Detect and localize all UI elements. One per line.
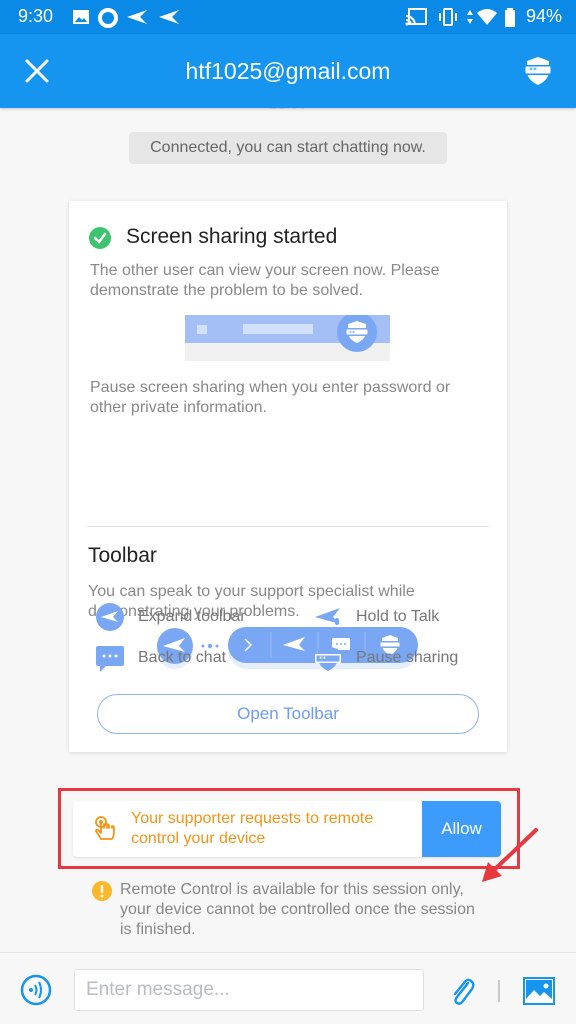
- chat-bubble-icon: [96, 646, 124, 672]
- legend-expand-toolbar: Expand toolbar: [96, 603, 246, 631]
- page-title: htf1025@gmail.com: [185, 58, 391, 84]
- paper-plane-icon: [127, 10, 147, 24]
- legend-label: Back to chat: [138, 649, 227, 666]
- screen-sharing-card: Screen sharing started The other user ca…: [69, 201, 507, 752]
- battery-icon: [505, 8, 515, 27]
- shield-password-icon: **_: [315, 646, 341, 671]
- card-description: The other user can view your screen now.…: [90, 262, 440, 299]
- legend-label: Expand toolbar: [138, 608, 246, 625]
- data-arrows-icon: [467, 10, 473, 24]
- app-bar: htf1025@gmail.com **_: [0, 34, 576, 108]
- svg-text:**: **: [349, 330, 355, 337]
- system-message: Connected, you can start chatting now.: [129, 132, 447, 164]
- hand-tap-icon: [95, 816, 115, 840]
- allow-button[interactable]: Allow: [422, 801, 501, 857]
- image-icon[interactable]: [523, 977, 555, 1005]
- paper-plane-mic-icon: [315, 608, 340, 625]
- notice-text: Remote Control is available for this ses…: [120, 881, 475, 938]
- clock: 9:30: [18, 6, 54, 26]
- card-title: Screen sharing started: [126, 225, 338, 248]
- warning-icon: [92, 881, 112, 901]
- status-bar: 9:30 94%: [0, 0, 576, 34]
- check-circle-icon: [89, 227, 111, 249]
- legend-label: Hold to Talk: [356, 608, 440, 625]
- image-icon: [73, 10, 89, 24]
- vibrate-icon: [439, 8, 457, 26]
- legend-hold-to-talk: Hold to Talk: [314, 603, 439, 631]
- shield-password-icon[interactable]: **_: [522, 55, 554, 87]
- lifebuoy-icon: [98, 8, 118, 28]
- toolbar-title: Toolbar: [88, 544, 157, 567]
- wifi-icon: [477, 9, 497, 25]
- legend-back-to-chat: Back to chat: [96, 644, 226, 672]
- divider: [498, 980, 500, 1002]
- voice-icon[interactable]: [20, 974, 52, 1006]
- battery-percentage: 94%: [525, 6, 562, 26]
- cast-icon: [405, 8, 427, 26]
- message-timestamp: 21:00: [0, 108, 576, 113]
- divider: [87, 526, 489, 527]
- svg-text:**_: **_: [529, 66, 542, 75]
- message-input[interactable]: [74, 969, 424, 1011]
- remote-control-request-text: Your supporter requests to remote contro…: [131, 810, 374, 847]
- message-input-bar: [0, 952, 576, 1024]
- screen-share-illustration: **: [185, 315, 390, 361]
- svg-text:**_: **_: [319, 655, 330, 663]
- pause-note: Pause screen sharing when you enter pass…: [90, 379, 451, 416]
- paper-plane-icon: [159, 10, 179, 24]
- open-toolbar-button[interactable]: Open Toolbar: [97, 694, 479, 734]
- paper-plane-mic-circle-icon: [96, 603, 124, 631]
- legend-label: Pause sharing: [356, 649, 459, 666]
- legend-pause-sharing: **_ Pause sharing: [314, 644, 458, 672]
- paperclip-icon[interactable]: [448, 975, 476, 1007]
- remote-control-request: Your supporter requests to remote contro…: [73, 801, 501, 857]
- chat-area: 21:00 Connected, you can start chatting …: [0, 108, 576, 952]
